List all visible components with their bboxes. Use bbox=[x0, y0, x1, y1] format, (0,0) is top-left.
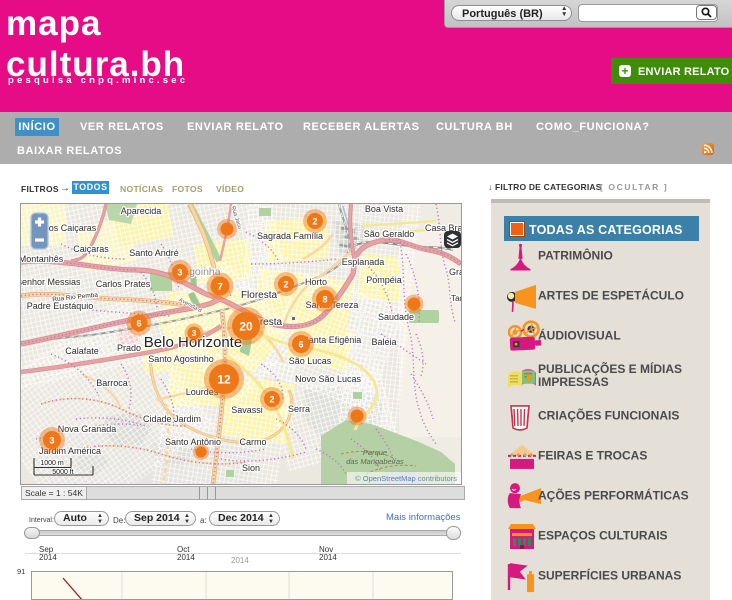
svg-text:8: 8 bbox=[322, 295, 327, 305]
svg-text:Floresta: Floresta bbox=[241, 290, 278, 301]
svg-text:Horto: Horto bbox=[305, 277, 327, 287]
svg-text:Granja de: Granja de bbox=[449, 267, 461, 277]
svg-text:das Mangabeiras: das Mangabeiras bbox=[346, 457, 404, 466]
svg-text:1000 m: 1000 m bbox=[40, 460, 64, 467]
svg-text:Carlos Prates: Carlos Prates bbox=[96, 279, 151, 289]
svg-text:São Geraldo: São Geraldo bbox=[364, 229, 415, 239]
svg-text:Padre Eustáquio: Padre Eustáquio bbox=[27, 301, 94, 311]
svg-text:Novo São Lucas: Novo São Lucas bbox=[295, 374, 362, 384]
svg-text:© OpenStreetMap contributors: © OpenStreetMap contributors bbox=[355, 474, 457, 483]
svg-text:Prado: Prado bbox=[117, 343, 141, 353]
svg-text:Caiçaras: Caiçaras bbox=[73, 244, 109, 254]
svg-text:3: 3 bbox=[192, 329, 197, 338]
svg-text:Cidade Jardim: Cidade Jardim bbox=[143, 414, 201, 424]
svg-text:6: 6 bbox=[136, 319, 141, 329]
svg-text:6: 6 bbox=[298, 340, 303, 350]
svg-text:São Lucas: São Lucas bbox=[289, 356, 332, 366]
svg-text:Pompéia: Pompéia bbox=[366, 275, 402, 285]
svg-text:dos Caiçaras: dos Caiçaras bbox=[44, 223, 97, 233]
svg-text:Esplanada: Esplanada bbox=[342, 257, 385, 267]
svg-text:Carmo: Carmo bbox=[239, 437, 266, 447]
svg-text:3: 3 bbox=[177, 268, 182, 278]
svg-text:Santo Antônio: Santo Antônio bbox=[165, 437, 221, 447]
svg-text:senhor Messias: senhor Messias bbox=[21, 277, 81, 287]
svg-text:Parque: Parque bbox=[363, 448, 387, 457]
svg-text:20: 20 bbox=[239, 320, 253, 334]
svg-text:Sion: Sion bbox=[242, 463, 260, 473]
svg-text:Taq: Taq bbox=[451, 294, 461, 303]
svg-text:12: 12 bbox=[217, 373, 231, 387]
svg-text:Santo Agostinho: Santo Agostinho bbox=[148, 354, 214, 364]
svg-text:7: 7 bbox=[217, 282, 223, 293]
svg-text:Baleia: Baleia bbox=[371, 337, 396, 347]
svg-text:Aparecida: Aparecida bbox=[121, 206, 162, 216]
svg-text:2: 2 bbox=[269, 395, 274, 405]
svg-text:Savassi: Savassi bbox=[231, 405, 263, 415]
svg-text:Saudade: Saudade bbox=[378, 312, 414, 322]
svg-text:Santo André: Santo André bbox=[129, 248, 179, 258]
svg-text:Nova Granada: Nova Granada bbox=[58, 424, 117, 434]
svg-text:2: 2 bbox=[312, 217, 317, 227]
svg-text:3: 3 bbox=[49, 436, 54, 446]
svg-text:Montanhês: Montanhês bbox=[21, 254, 64, 264]
svg-text:2: 2 bbox=[283, 280, 288, 290]
svg-text:Serra: Serra bbox=[288, 404, 310, 414]
svg-text:Calafate: Calafate bbox=[65, 346, 99, 356]
svg-text:Barroca: Barroca bbox=[96, 378, 128, 388]
svg-text:Boa Vista: Boa Vista bbox=[365, 204, 403, 214]
